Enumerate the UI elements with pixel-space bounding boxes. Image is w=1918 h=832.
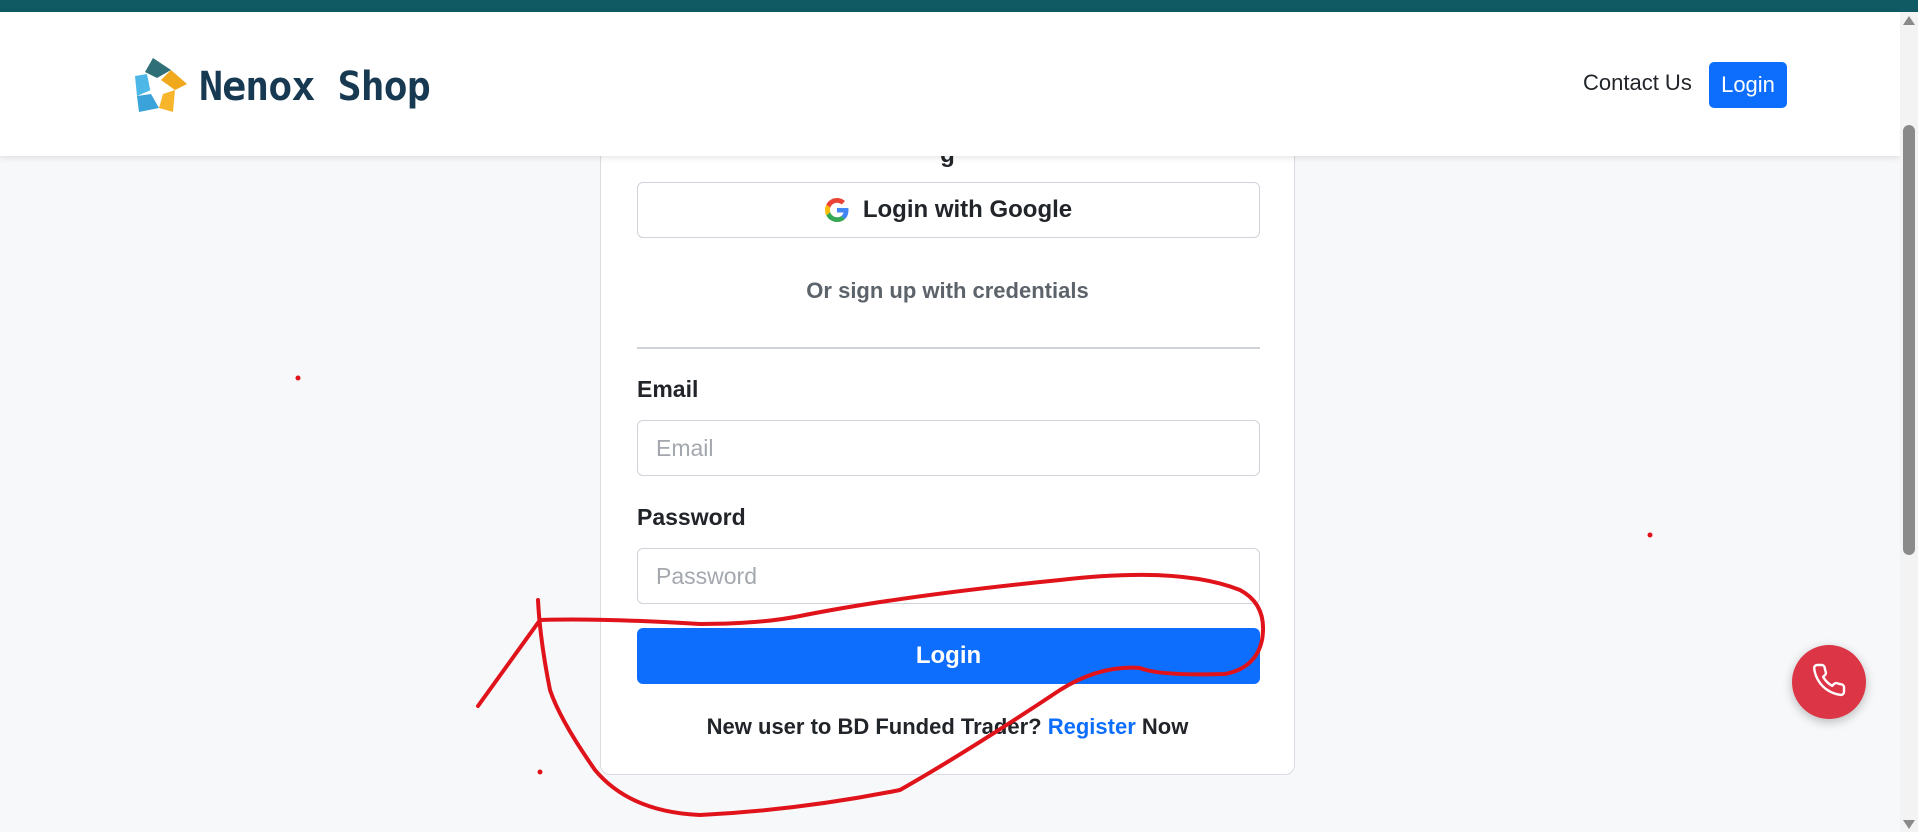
site-header: Nenox Shop Contact Us Login: [0, 12, 1900, 156]
nav-contact-link[interactable]: Contact Us: [1583, 70, 1692, 96]
google-button-label: Login with Google: [862, 196, 1073, 223]
brand-name: Nenox Shop: [199, 64, 431, 110]
register-link[interactable]: Register: [1048, 714, 1136, 739]
password-field[interactable]: [637, 548, 1260, 604]
brand-logo-icon: [133, 56, 189, 118]
register-prefix: New user to BD Funded Trader?: [706, 714, 1042, 739]
top-accent-bar: [0, 0, 1918, 12]
call-button[interactable]: [1792, 645, 1866, 719]
divider-text: Or sign up with credentials: [806, 278, 1089, 303]
nav-login-button[interactable]: Login: [1709, 62, 1787, 108]
scroll-down-arrow-icon[interactable]: [1903, 820, 1915, 829]
email-field[interactable]: [637, 420, 1260, 476]
scrollbar-thumb[interactable]: [1903, 125, 1915, 555]
register-prompt: New user to BD Funded Trader? Register N…: [601, 714, 1294, 740]
brand-logo[interactable]: Nenox Shop: [133, 56, 431, 118]
login-card: g Login with Google Or sign up with cred…: [600, 120, 1295, 775]
login-submit-button[interactable]: Login: [637, 628, 1260, 684]
email-label: Email: [637, 376, 699, 402]
password-label: Password: [637, 504, 746, 530]
login-with-google-button[interactable]: Login with Google: [637, 182, 1260, 238]
google-icon: [824, 198, 849, 222]
divider-line: [637, 347, 1260, 349]
register-suffix: Now: [1141, 714, 1189, 739]
scroll-up-arrow-icon[interactable]: [1903, 16, 1915, 25]
phone-icon: [1811, 662, 1847, 703]
